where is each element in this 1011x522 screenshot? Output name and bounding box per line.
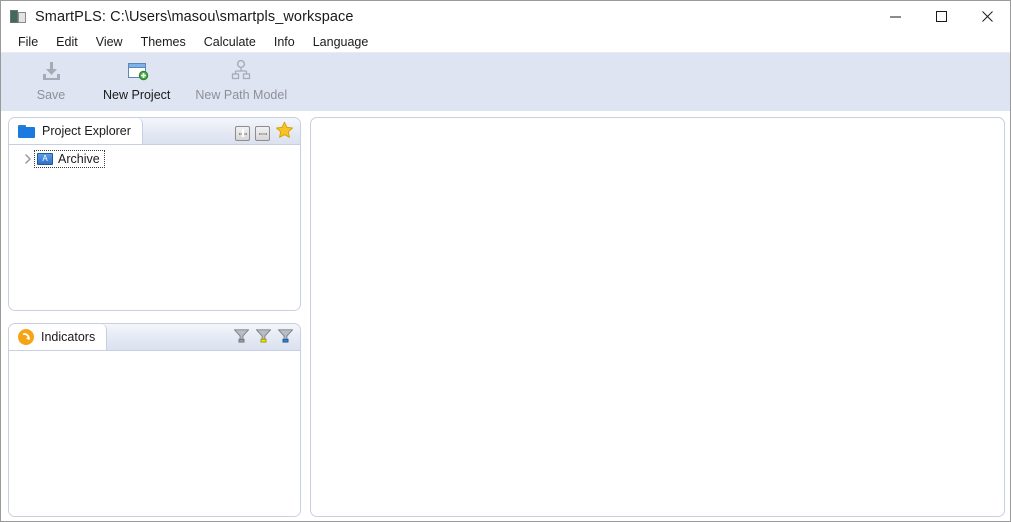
menu-item-info[interactable]: Info bbox=[265, 32, 304, 52]
project-explorer-tab-tools bbox=[235, 121, 294, 145]
save-label: Save bbox=[36, 88, 66, 102]
main-toolbar: Save New Project New Path Model bbox=[1, 52, 1010, 111]
new-project-button[interactable]: New Project bbox=[103, 53, 170, 102]
collapse-all-button[interactable] bbox=[255, 125, 270, 141]
new-path-model-button[interactable]: New Path Model bbox=[195, 53, 287, 102]
window-title: SmartPLS: C:\Users\masou\smartpls_worksp… bbox=[35, 8, 354, 25]
application-window: SmartPLS: C:\Users\masou\smartpls_worksp… bbox=[0, 0, 1011, 522]
menu-bar: File Edit View Themes Calculate Info Lan… bbox=[1, 32, 1010, 52]
filter-blue-button[interactable] bbox=[277, 327, 294, 349]
menu-item-view[interactable]: View bbox=[87, 32, 132, 52]
project-explorer-panel: Project Explorer A Archive bbox=[8, 117, 301, 311]
new-path-model-icon bbox=[229, 58, 253, 84]
tab-indicators[interactable]: Indicators bbox=[9, 324, 108, 350]
expand-all-button[interactable] bbox=[235, 125, 250, 141]
tree-item-archive-selection: A Archive bbox=[34, 149, 105, 168]
new-project-icon bbox=[125, 58, 149, 84]
window-controls bbox=[872, 1, 1010, 32]
save-button[interactable]: Save bbox=[24, 53, 78, 102]
favorites-button[interactable] bbox=[275, 121, 294, 145]
indicators-panel: Indicators bbox=[8, 323, 301, 517]
save-icon bbox=[39, 58, 63, 84]
maximize-icon[interactable] bbox=[918, 1, 964, 32]
menu-item-file[interactable]: File bbox=[9, 32, 47, 52]
title-bar: SmartPLS: C:\Users\masou\smartpls_worksp… bbox=[1, 1, 1010, 32]
tree-item-archive-label: Archive bbox=[58, 151, 100, 166]
project-explorer-tab-strip: Project Explorer bbox=[9, 118, 300, 145]
indicators-tab-strip: Indicators bbox=[9, 324, 300, 351]
tab-project-explorer-label: Project Explorer bbox=[42, 124, 131, 138]
tab-indicators-label: Indicators bbox=[41, 330, 96, 344]
project-explorer-tree[interactable]: A Archive bbox=[9, 145, 300, 310]
folder-icon bbox=[18, 124, 35, 138]
tab-project-explorer[interactable]: Project Explorer bbox=[9, 118, 143, 144]
chevron-right-icon[interactable] bbox=[21, 153, 34, 164]
close-icon[interactable] bbox=[964, 1, 1010, 32]
minimize-icon[interactable] bbox=[872, 1, 918, 32]
tree-item-archive[interactable]: A Archive bbox=[9, 149, 300, 168]
filter-all-button[interactable] bbox=[233, 327, 250, 349]
archive-icon: A bbox=[37, 152, 53, 165]
left-panel-column: Project Explorer A Archive Indicators bbox=[8, 117, 301, 517]
new-project-label: New Project bbox=[103, 88, 171, 102]
menu-item-calculate[interactable]: Calculate bbox=[195, 32, 265, 52]
new-path-model-label: New Path Model bbox=[195, 88, 288, 102]
editor-area[interactable] bbox=[310, 117, 1005, 517]
menu-item-themes[interactable]: Themes bbox=[132, 32, 195, 52]
indicators-list[interactable] bbox=[9, 351, 300, 516]
filter-yellow-button[interactable] bbox=[255, 327, 272, 349]
menu-item-edit[interactable]: Edit bbox=[47, 32, 87, 52]
indicators-arrow-icon bbox=[18, 329, 34, 345]
smartpls-app-icon bbox=[10, 9, 26, 24]
indicators-tab-tools bbox=[233, 327, 294, 349]
menu-item-language[interactable]: Language bbox=[304, 32, 378, 52]
